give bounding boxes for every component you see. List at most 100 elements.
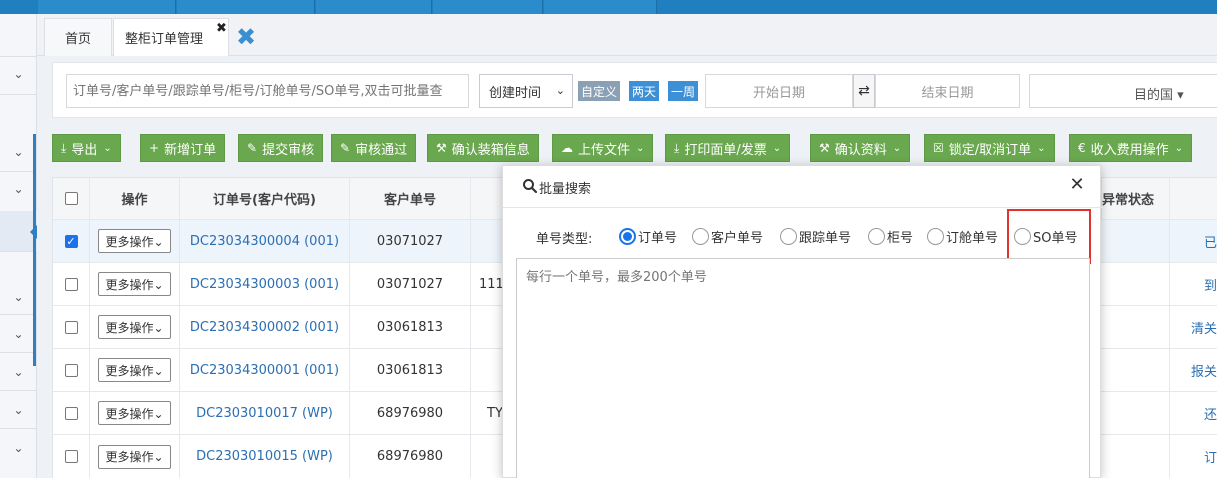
approve-button[interactable]: ✎ 审核通过	[331, 134, 417, 162]
chevron-down-icon[interactable]: ⌄	[0, 354, 37, 390]
chevron-down-icon: ⌄	[1174, 142, 1184, 154]
chevron-down-icon: ⌄	[636, 142, 645, 154]
row-checkbox-cell	[53, 306, 90, 349]
order-number-link[interactable]: DC2303010015 (WP)	[180, 435, 350, 478]
more-actions-button[interactable]: 更多操作⌄	[98, 315, 171, 339]
radio-dot	[868, 228, 885, 245]
close-all-tabs-icon[interactable]: ✖	[233, 24, 259, 50]
tab-label: 首页	[64, 32, 91, 47]
row-operation-cell: 更多操作⌄	[90, 392, 180, 435]
search-icon	[523, 179, 538, 194]
row-checkbox[interactable]: ✓	[64, 234, 78, 248]
top-nav-item[interactable]	[316, 0, 432, 14]
destination-select[interactable]: 目的国 ▾	[1029, 74, 1217, 108]
chip-one-week[interactable]: 一周	[668, 81, 699, 101]
chevron-down-icon[interactable]: ⌄	[0, 171, 37, 207]
upload-file-button[interactable]: ☁ 上传文件 ⌄	[552, 134, 654, 162]
more-actions-button[interactable]: 更多操作⌄	[98, 229, 171, 253]
row-action-link[interactable]: 已	[1170, 220, 1217, 263]
submit-review-button[interactable]: ✎ 提交审核	[238, 134, 324, 162]
chevron-down-icon[interactable]: ⌄	[0, 316, 37, 352]
end-date-input[interactable]: 结束日期	[875, 74, 1020, 108]
radio-dot	[619, 228, 636, 245]
batch-search-modal: 批量搜索 ✕ 单号类型: 订单号 客户单号 跟踪单号 柜号 订舱单号 SO单号	[502, 165, 1102, 478]
customer-number: 68976980	[350, 435, 471, 478]
chevron-down-icon: ⌄	[1037, 142, 1046, 154]
order-number-link[interactable]: DC23034300003 (001)	[180, 263, 350, 306]
top-nav-item[interactable]	[177, 0, 315, 14]
customer-number: 03061813	[350, 349, 471, 392]
chip-two-days[interactable]: 两天	[629, 81, 660, 101]
time-type-select[interactable]: 创建时间 ⌄	[479, 74, 573, 108]
row-action-link[interactable]: 清关	[1170, 306, 1217, 349]
row-action-link[interactable]: 报关	[1170, 349, 1217, 392]
start-date-input[interactable]: 开始日期	[705, 74, 853, 108]
radio-order-number[interactable]: 订单号	[619, 227, 677, 246]
top-nav-item[interactable]	[38, 0, 176, 14]
radio-booking-number[interactable]: 订舱单号	[927, 227, 998, 246]
row-operation-cell: 更多操作⌄	[90, 349, 180, 392]
tab-container-order-management[interactable]: 整柜订单管理 ✖	[113, 18, 229, 56]
order-number-link[interactable]: DC23034300002 (001)	[180, 306, 350, 349]
time-type-value: 创建时间	[489, 85, 542, 101]
left-sidebar: ⌄ ⌄ ⌄ ⌄ ⌄ ⌄ ⌄ ⌄	[0, 14, 37, 478]
more-actions-button[interactable]: 更多操作⌄	[98, 358, 171, 382]
search-input[interactable]	[66, 74, 469, 108]
row-action-link[interactable]: 到	[1170, 263, 1217, 306]
chevron-down-icon[interactable]: ⌄	[0, 56, 37, 92]
radio-customer-number[interactable]: 客户单号	[692, 227, 763, 246]
batch-numbers-textarea[interactable]	[516, 258, 1090, 478]
order-number-link[interactable]: DC23034300004 (001)	[180, 220, 350, 263]
row-action-link[interactable]: 订	[1170, 435, 1217, 478]
row-checkbox[interactable]	[64, 450, 78, 463]
order-number-link[interactable]: DC2303010017 (WP)	[180, 392, 350, 435]
export-button[interactable]: ⤓ 导出 ⌄	[52, 134, 121, 162]
order-number-link[interactable]: DC23034300001 (001)	[180, 349, 350, 392]
income-expense-button[interactable]: € 收入费用操作 ⌄	[1069, 134, 1193, 162]
more-actions-button[interactable]: 更多操作⌄	[98, 444, 171, 469]
select-all-checkbox[interactable]	[64, 192, 78, 205]
customer-number: 03071027	[350, 220, 471, 263]
more-actions-button[interactable]: 更多操作⌄	[98, 272, 171, 296]
tab-close-icon[interactable]: ✖	[216, 21, 227, 36]
header-action	[1170, 178, 1217, 220]
gavel-icon: ⚒	[819, 141, 830, 155]
confirm-packing-button[interactable]: ⚒ 确认装箱信息	[427, 134, 539, 162]
new-order-button[interactable]: + 新增订单	[140, 134, 226, 162]
top-nav-item[interactable]	[544, 0, 657, 14]
edit-icon: ✎	[247, 141, 258, 155]
row-checkbox-cell	[53, 392, 90, 435]
swap-dates-icon[interactable]: ⇄	[853, 74, 875, 108]
header-customer-no: 客户单号	[350, 178, 471, 220]
modal-header: 批量搜索 ✕	[503, 166, 1102, 208]
row-checkbox[interactable]	[64, 406, 78, 420]
row-checkbox[interactable]	[64, 277, 78, 291]
print-label-invoice-button[interactable]: ⤓ 打印面单/发票 ⌄	[665, 134, 791, 162]
number-type-label: 单号类型:	[536, 232, 593, 247]
chevron-down-icon: ⌄	[103, 142, 112, 154]
top-nav-item[interactable]	[433, 0, 543, 14]
row-checkbox[interactable]	[64, 320, 78, 334]
lock-cancel-order-button[interactable]: ☒ 锁定/取消订单 ⌄	[924, 134, 1055, 162]
more-actions-button[interactable]: 更多操作⌄	[98, 401, 171, 425]
radio-container-number[interactable]: 柜号	[868, 227, 913, 246]
download-icon: ⤓	[674, 140, 680, 155]
chevron-down-icon[interactable]: ⌄	[0, 430, 37, 466]
chevron-down-icon: ⌄	[772, 142, 782, 154]
plus-icon: +	[149, 141, 160, 155]
edit-icon: ✎	[340, 141, 351, 155]
tab-home[interactable]: 首页	[44, 18, 112, 56]
close-icon[interactable]: ✕	[1069, 176, 1085, 194]
chevron-down-icon[interactable]: ⌄	[0, 392, 37, 428]
tab-label: 整柜订单管理	[124, 32, 203, 47]
chevron-down-icon[interactable]: ⌄	[0, 134, 37, 170]
chevron-down-icon[interactable]: ⌄	[0, 279, 37, 315]
row-checkbox-cell	[53, 263, 90, 306]
row-operation-cell: 更多操作⌄	[90, 435, 180, 478]
chip-custom[interactable]: 自定义	[578, 81, 621, 101]
confirm-documents-button[interactable]: ⚒ 确认资料 ⌄	[810, 134, 911, 162]
row-checkbox[interactable]	[64, 363, 78, 377]
radio-tracking-number[interactable]: 跟踪单号	[780, 227, 851, 246]
row-action-link[interactable]: 还	[1170, 392, 1217, 435]
sidebar-active-marker	[33, 134, 36, 366]
